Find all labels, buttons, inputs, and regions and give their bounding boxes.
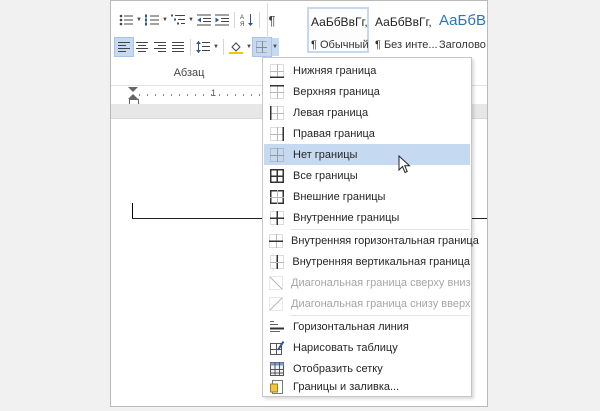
menu-item-inside-vertical-border[interactable]: Внутренняя вертикальная граница — [264, 251, 470, 272]
paragraph-toolbar-row-2: ▼ ▼ ▼ — [114, 37, 279, 57]
menu-item-horizontal-line[interactable]: Горизонтальная линия — [264, 316, 470, 337]
toolbar-separator — [190, 39, 191, 55]
decrease-indent-icon[interactable] — [195, 11, 213, 29]
paragraph-toolbar-row-1: ▼ ▼ ▼ AЯ ¶ — [117, 11, 281, 29]
borders-icon[interactable] — [252, 37, 272, 57]
svg-text:Я: Я — [240, 22, 244, 27]
ruler-ticks — [139, 94, 279, 96]
border-inside-icon — [269, 210, 285, 226]
menu-item-label: Верхняя граница — [293, 85, 380, 98]
menu-item-draw-table[interactable]: Нарисовать таблицу — [264, 337, 470, 358]
diagonal-up-border-icon — [269, 296, 283, 312]
menu-item-borders-and-shading[interactable]: Границы и заливка... — [264, 379, 470, 395]
align-center-icon[interactable] — [133, 38, 151, 56]
show-formatting-marks-icon[interactable]: ¶ — [263, 11, 281, 29]
numbering-icon[interactable] — [143, 11, 161, 29]
shading-dropdown-icon[interactable]: ▼ — [245, 38, 253, 56]
border-outside-icon — [269, 189, 285, 205]
menu-item-diagonal-down-border[interactable]: Диагональная граница сверху вниз — [264, 272, 471, 293]
style-sample: АаБбВвГг, — [311, 15, 368, 29]
menu-item-bottom-border[interactable]: Нижняя граница — [264, 60, 470, 81]
style-normal[interactable]: АаБбВвГг, ¶ Обычный — [307, 7, 369, 53]
menu-item-top-border[interactable]: Верхняя граница — [264, 81, 470, 102]
paragraph-group-label: Абзац — [173, 67, 205, 79]
style-name: ¶ Без инте... — [375, 39, 438, 51]
menu-item-outside-borders[interactable]: Внешние границы — [264, 186, 470, 207]
borders-menu: Нижняя граница Верхняя граница Левая гра… — [262, 57, 479, 397]
border-inside-horizontal-icon — [269, 233, 283, 249]
draw-table-icon — [269, 340, 285, 356]
border-none-icon — [269, 147, 285, 163]
menu-item-all-borders[interactable]: Все границы — [264, 165, 470, 186]
borders-dropdown-icon[interactable]: ▼ — [271, 38, 279, 56]
menu-item-inside-borders[interactable]: Внутренние границы — [264, 207, 470, 228]
justify-icon[interactable] — [169, 38, 187, 56]
borders-shading-icon — [269, 379, 285, 395]
mouse-pointer-icon — [398, 155, 411, 174]
menu-item-label: Горизонтальная линия — [293, 320, 409, 333]
style-name: Заголово — [439, 39, 486, 51]
menu-item-label: Нижняя граница — [293, 64, 377, 77]
toolbar-separator — [223, 39, 224, 55]
menu-item-label: Нарисовать таблицу — [293, 341, 398, 354]
menu-item-inside-horizontal-border[interactable]: Внутренняя горизонтальная граница — [264, 230, 479, 251]
bullets-icon[interactable] — [117, 11, 135, 29]
style-sample: АаБбВ — [439, 12, 486, 29]
line-spacing-dropdown-icon[interactable]: ▼ — [212, 38, 220, 56]
menu-item-label: Внутренняя вертикальная граница — [292, 255, 470, 268]
horizontal-line-icon — [269, 319, 285, 335]
menu-item-left-border[interactable]: Левая граница — [264, 102, 470, 123]
style-sample: АаБбВвГг, — [375, 15, 432, 29]
view-gridlines-icon — [269, 361, 285, 377]
ruler-number: 1 — [211, 88, 217, 98]
align-right-icon[interactable] — [151, 38, 169, 56]
menu-item-diagonal-up-border[interactable]: Диагональная граница снизу вверх — [264, 293, 470, 314]
numbering-dropdown-icon[interactable]: ▼ — [161, 11, 169, 29]
diagonal-down-border-icon — [269, 275, 283, 291]
first-line-indent-marker[interactable] — [128, 87, 138, 92]
border-inside-vertical-icon — [269, 254, 284, 270]
menu-item-label: Границы и заливка... — [293, 381, 400, 393]
bullets-dropdown-icon[interactable]: ▼ — [135, 11, 143, 29]
menu-item-right-border[interactable]: Правая граница — [264, 123, 470, 144]
menu-item-view-gridlines[interactable]: Отобразить сетку — [264, 358, 470, 379]
menu-item-label: Диагональная граница сверху вниз — [291, 276, 471, 289]
menu-item-label: Правая граница — [293, 127, 375, 140]
multilevel-list-icon[interactable] — [169, 11, 187, 29]
styles-gallery: АаБбВвГг, ¶ Обычный АаБбВвГг, ¶ Без инте… — [307, 7, 487, 53]
shading-icon[interactable] — [227, 38, 245, 56]
menu-item-label: Все границы — [293, 169, 358, 182]
menu-item-label: Внутренняя горизонтальная граница — [291, 234, 479, 247]
toolbar-separator — [259, 12, 260, 28]
border-top-icon — [269, 84, 285, 100]
style-name: ¶ Обычный — [311, 39, 369, 51]
border-all-icon — [269, 168, 285, 184]
menu-item-label: Диагональная граница снизу вверх — [291, 297, 471, 310]
sort-icon[interactable]: AЯ — [238, 11, 256, 29]
border-right-icon — [269, 126, 285, 142]
menu-item-label: Нет границы — [293, 148, 358, 161]
menu-item-label: Левая граница — [293, 106, 369, 119]
style-no-spacing[interactable]: АаБбВвГг, ¶ Без инте... — [371, 7, 438, 53]
text-cursor — [132, 203, 133, 219]
increase-indent-icon[interactable] — [213, 11, 231, 29]
menu-item-no-border[interactable]: Нет границы — [264, 144, 470, 165]
menu-item-label: Внешние границы — [293, 190, 386, 203]
toolbar-separator — [234, 12, 235, 28]
multilevel-list-dropdown-icon[interactable]: ▼ — [187, 11, 195, 29]
style-heading-1[interactable]: АаБбВ Заголово — [435, 7, 487, 53]
menu-item-label: Отобразить сетку — [293, 362, 383, 375]
align-left-icon[interactable] — [114, 37, 134, 57]
menu-item-label: Внутренние границы — [293, 211, 400, 224]
border-bottom-icon — [269, 63, 285, 79]
border-left-icon — [269, 105, 285, 121]
line-spacing-icon[interactable] — [194, 38, 212, 56]
svg-text:A: A — [240, 15, 244, 21]
